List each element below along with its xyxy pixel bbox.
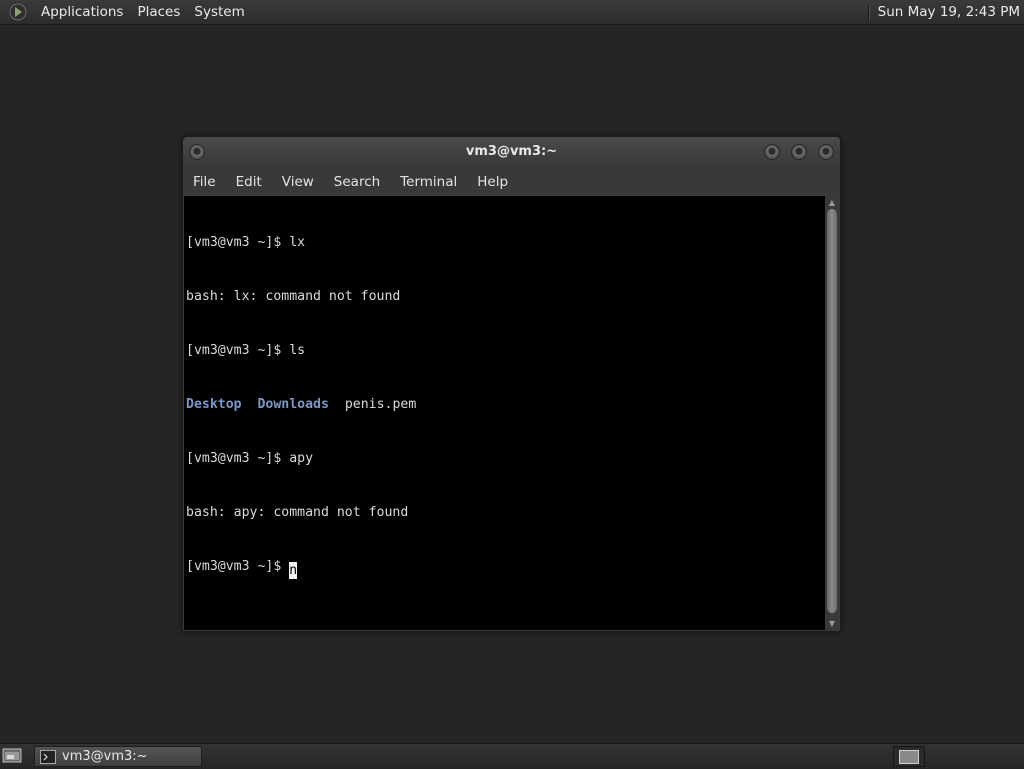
- workspace-switcher[interactable]: [893, 746, 925, 767]
- top-panel: Applications Places System Sun May 19, 2…: [0, 0, 1024, 25]
- clock[interactable]: Sun May 19, 2:43 PM: [878, 4, 1024, 20]
- terminal-line: bash: apy: command not found: [186, 505, 409, 520]
- menubar: File Edit View Search Terminal Help: [183, 168, 840, 196]
- text-cursor: n: [289, 562, 298, 579]
- ls-dir-desktop: Desktop: [186, 397, 242, 412]
- terminal-line: [vm3@vm3 ~]$ ls: [186, 343, 306, 358]
- terminal-output[interactable]: [vm3@vm3 ~]$ lx bash: lx: command not fo…: [184, 196, 827, 630]
- scrollbar[interactable]: ▲ ▼: [825, 196, 839, 630]
- taskbar-window-button[interactable]: vm3@vm3:~: [34, 746, 202, 767]
- ls-file: penis.pem: [344, 397, 417, 412]
- scroll-up-icon[interactable]: ▲: [825, 196, 839, 209]
- system-menu[interactable]: System: [187, 0, 251, 25]
- bottom-panel: vm3@vm3:~: [0, 743, 1024, 768]
- typed-input: n: [289, 563, 298, 578]
- menu-edit[interactable]: Edit: [226, 174, 272, 190]
- terminal-line: [vm3@vm3 ~]$ apy: [186, 451, 314, 466]
- scroll-thumb[interactable]: [827, 209, 837, 613]
- terminal-prompt-line: [vm3@vm3 ~]$ n: [186, 558, 827, 579]
- ls-output-line: Desktop Downloads penis.pem: [186, 396, 827, 414]
- panel-right-area: Sun May 19, 2:43 PM: [867, 0, 1024, 25]
- applications-menu[interactable]: Applications: [34, 0, 130, 25]
- terminal-window: vm3@vm3:~ File Edit View Search Terminal…: [182, 136, 841, 632]
- window-title: vm3@vm3:~: [465, 144, 558, 159]
- scroll-down-icon[interactable]: ▼: [825, 617, 839, 630]
- terminal-prompt: [vm3@vm3 ~]$: [186, 559, 290, 574]
- places-menu[interactable]: Places: [130, 0, 187, 25]
- ls-dir-downloads: Downloads: [257, 397, 329, 412]
- maximize-button[interactable]: [791, 144, 807, 160]
- menu-terminal[interactable]: Terminal: [390, 174, 467, 190]
- terminal-line: bash: lx: command not found: [186, 289, 401, 304]
- menu-file[interactable]: File: [183, 174, 226, 190]
- close-button[interactable]: [818, 144, 834, 160]
- show-desktop-icon[interactable]: [2, 747, 24, 765]
- distro-logo-icon[interactable]: [8, 2, 28, 22]
- menu-search[interactable]: Search: [324, 174, 390, 190]
- minimize-button[interactable]: [764, 144, 780, 160]
- terminal-icon: [40, 749, 56, 764]
- terminal-line: [vm3@vm3 ~]$ lx: [186, 235, 306, 250]
- window-titlebar[interactable]: vm3@vm3:~: [183, 137, 840, 168]
- taskbar-window-label: vm3@vm3:~: [62, 749, 148, 764]
- menu-help[interactable]: Help: [467, 174, 518, 190]
- panel-separator: [867, 3, 870, 21]
- menu-view[interactable]: View: [272, 174, 324, 190]
- workspace-1[interactable]: [899, 749, 919, 764]
